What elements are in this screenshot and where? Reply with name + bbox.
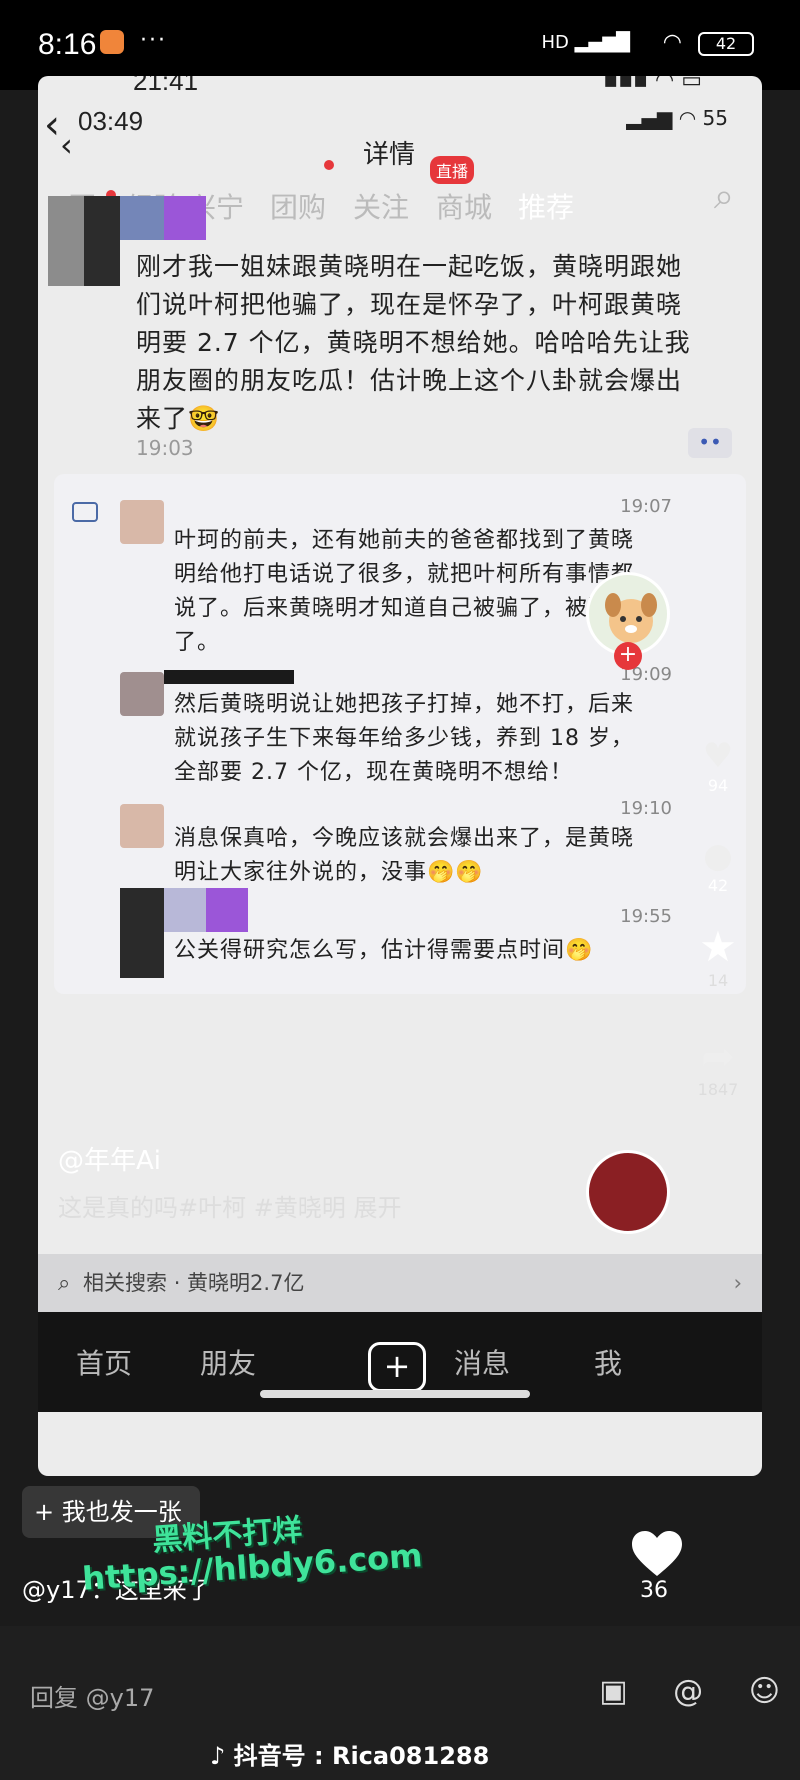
nav-me[interactable]: 我: [594, 1342, 622, 1382]
battery-icon: 42: [698, 32, 754, 56]
tab-follow: 关注: [353, 191, 410, 224]
star-icon: ★: [699, 922, 737, 971]
comment-time: 19:10: [620, 798, 672, 819]
nav-friends[interactable]: 朋友: [200, 1342, 256, 1382]
commenter-avatar: [120, 500, 164, 544]
comment-text: 公关得研究怎么写，估计得需要点时间🤭: [174, 938, 594, 963]
detail-title: 详情: [363, 140, 416, 170]
like-action[interactable]: ♥ 94: [688, 736, 748, 795]
author-handle[interactable]: @年年Ai: [58, 1140, 161, 1177]
related-search-text: 相关搜索 · 黄晓明2.7亿: [83, 1271, 305, 1295]
detail-back-icon: ‹: [60, 126, 73, 164]
name-blur: [164, 670, 294, 684]
share-action[interactable]: ➦ 1847: [688, 1034, 748, 1099]
inner-top-status-icons: ▪▪▪ ◠ ▭: [603, 76, 702, 93]
avatar-blur: [48, 196, 84, 286]
heart-count: 36: [640, 1578, 668, 1603]
comment-action[interactable]: ● 42: [688, 836, 748, 895]
tab-recommend: 推荐: [518, 191, 575, 224]
avatar-blur: [164, 196, 206, 240]
main-message-text: 刚才我一姐妹跟黄晓明在一起吃饭，黄晓明跟她们说叶柯把他骗了，现在是怀孕了，叶柯跟…: [136, 252, 691, 433]
notification-dot: [324, 160, 334, 170]
search-icon: ⌕: [713, 176, 734, 217]
comment-count: 42: [707, 876, 729, 895]
image-icon[interactable]: ▣: [599, 1674, 627, 1709]
reply-bar: 回复 @y17 ▣ @ ☺ ♪ 抖音号 : Rica081288: [0, 1626, 800, 1780]
comment-icon: [72, 502, 98, 522]
inner-top-time: 21:41: [133, 76, 199, 96]
tiktok-id-watermark: ♪ 抖音号 : Rica081288: [210, 1742, 490, 1770]
commenter-avatar: [120, 804, 164, 848]
more-notifications-icon: ···: [140, 28, 167, 53]
back-chevron-icon: ‹: [44, 102, 60, 148]
chevron-right-icon: ›: [733, 1271, 742, 1295]
emoji-icon[interactable]: ☺: [749, 1674, 780, 1709]
reply-actions: ▣ @ ☺: [563, 1674, 780, 1709]
status-time: 8:16: [38, 28, 97, 61]
share-arrow-icon: ➦: [701, 1034, 735, 1080]
video-caption[interactable]: 这是真的吗#叶柯 #黄晓明 展开: [58, 1188, 401, 1223]
comment-card: 19:07 叶珂的前夫，还有她前夫的爸爸都找到了黄晓明给他打电话说了很多，就把叶…: [54, 474, 746, 994]
nav-home[interactable]: 首页: [76, 1342, 132, 1382]
reply-input[interactable]: 回复 @y17: [30, 1678, 154, 1713]
avatar-blur: [206, 888, 248, 932]
tab-mall: 商城: [436, 191, 493, 224]
more-options-icon[interactable]: ••: [688, 428, 732, 458]
music-disc-avatar[interactable]: [586, 1150, 670, 1234]
avatar-blur: [84, 196, 120, 286]
inner-status-battery: ▂▄▆ ◠ 55: [626, 106, 728, 130]
share-count: 1847: [697, 1080, 739, 1099]
favorite-action[interactable]: ★ 14: [688, 922, 748, 990]
related-search-bar[interactable]: ⌕ 相关搜索 · 黄晓明2.7亿 ›: [38, 1254, 762, 1312]
shared-photo[interactable]: 21:41 ▪▪▪ ◠ ▭ ‹ 03:49 ▂▄▆ ◠ 55 ‹ 详情 直播 ☰…: [38, 76, 762, 1476]
plus-icon: +: [34, 1498, 62, 1526]
inner-status-time: 03:49: [78, 106, 144, 136]
comment-text: 消息保真哈，今晚应该就会爆出来了，是黄晓明让大家往外说的，没事🤭🤭: [174, 826, 635, 885]
avatar-blur: [164, 888, 206, 932]
comment-text: 然后黄晓明说让她把孩子打掉，她不打，后来就说孩子生下来每年给多少钱，养到 18 …: [174, 692, 635, 785]
create-plus-button[interactable]: +: [368, 1342, 426, 1392]
tab-group-buy: 团购: [270, 191, 327, 224]
commenter-avatar: [120, 672, 164, 716]
follow-plus-icon[interactable]: +: [614, 642, 642, 670]
live-badge: 直播: [430, 156, 475, 184]
search-icon: ⌕: [58, 1271, 71, 1296]
main-message-time: 19:03: [136, 436, 194, 460]
avatar-blur: [120, 196, 164, 240]
heart-icon[interactable]: [630, 1530, 684, 1578]
comment-time: 19:07: [620, 496, 672, 517]
home-indicator: [260, 1390, 530, 1398]
nav-messages[interactable]: 消息: [454, 1342, 510, 1382]
comment-text: 叶珂的前夫，还有她前夫的爸爸都找到了黄晓明给他打电话说了很多，就把叶柯所有事情都…: [174, 528, 635, 655]
at-mention-icon[interactable]: @: [673, 1674, 703, 1709]
comment-time: 19:55: [620, 906, 672, 927]
wifi-icon: ◠: [662, 30, 682, 55]
favorite-count: 14: [707, 971, 729, 990]
signal-icon: HD ▂▄▆█: [541, 32, 631, 53]
avatar-blur: [120, 888, 164, 978]
like-count: 94: [707, 776, 729, 795]
comment-bubble-icon: ●: [703, 836, 733, 876]
like-icon: ♥: [702, 736, 734, 776]
app-notification-icon: [100, 30, 124, 54]
